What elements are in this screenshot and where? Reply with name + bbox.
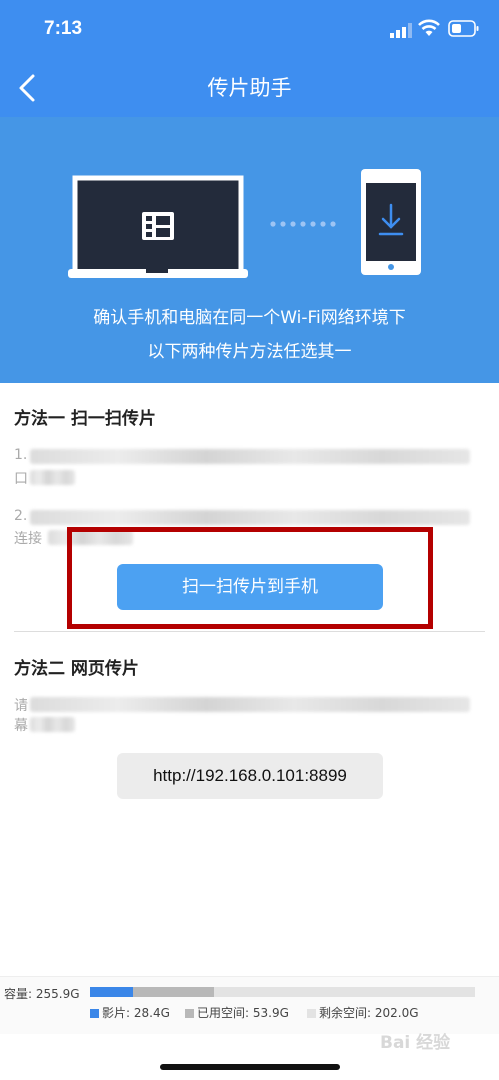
method2-text-blurred [30,697,470,712]
hero-instruction-line-2: 以下两种传片方法任选其一 [147,342,352,362]
section-divider [14,631,485,632]
method1-step1-text-blurred [30,449,470,464]
legend-free-swatch [307,1009,316,1018]
legend-movies: 影片: 28.4G [90,1004,170,1021]
storage-summary: 容量: 255.9G 影片: 28.4G 已用空间: 53.9G 剩余空间: 2… [0,976,499,1034]
method2-title: 方法二 网页传片 [14,659,139,679]
scan-transfer-button[interactable]: 扫一扫传片到手机 [117,564,383,610]
storage-bar-movies [90,987,133,997]
capacity-label: 容量: 255.9G [4,987,80,1001]
signal-icon [390,23,412,38]
wifi-icon [418,19,440,36]
legend-used-label: 已用空间: 53.9G [197,1006,289,1020]
status-bar: 7:13 [0,0,499,56]
storage-bar [90,987,475,997]
legend-movies-label: 影片: 28.4G [102,1006,170,1020]
web-transfer-url[interactable]: http://192.168.0.101:8899 [117,753,383,799]
method1-step1-line2: 口 [14,471,28,487]
watermark-logo: Bai 经验 [380,1033,451,1053]
home-indicator [160,1064,340,1070]
method1-step2-line2: 连接 [14,531,42,547]
legend-movies-swatch [90,1009,99,1018]
connection-dots [270,221,336,227]
method2-text-blurred-2 [30,717,75,732]
legend-used: 已用空间: 53.9G [185,1004,289,1021]
method2-text-prefix: 请 [14,698,28,714]
method1-step2-number: 2. [14,508,28,524]
method1-title: 方法一 扫一扫传片 [14,409,156,429]
navigation-bar: 传片助手 [0,56,499,117]
legend-used-swatch [185,1009,194,1018]
status-time: 7:13 [44,18,83,39]
method2-text-line2: 幕 [14,718,28,734]
hero-banner: 确认手机和电脑在同一个Wi-Fi网络环境下 以下两种传片方法任选其一 [0,117,499,383]
film-icon [142,212,174,240]
laptop-to-phone-illustration [68,169,421,278]
storage-bar-used [133,987,214,997]
legend-free: 剩余空间: 202.0G [307,1004,419,1021]
battery-icon [448,20,479,37]
hero-instruction-line-1: 确认手机和电脑在同一个Wi-Fi网络环境下 [93,308,406,328]
legend-free-label: 剩余空间: 202.0G [319,1006,419,1020]
method1-step1-text-blurred-2 [30,470,75,485]
method1-step2-text-blurred [30,510,470,525]
method1-step1-number: 1. [14,447,28,463]
page-title: 传片助手 [207,76,292,100]
